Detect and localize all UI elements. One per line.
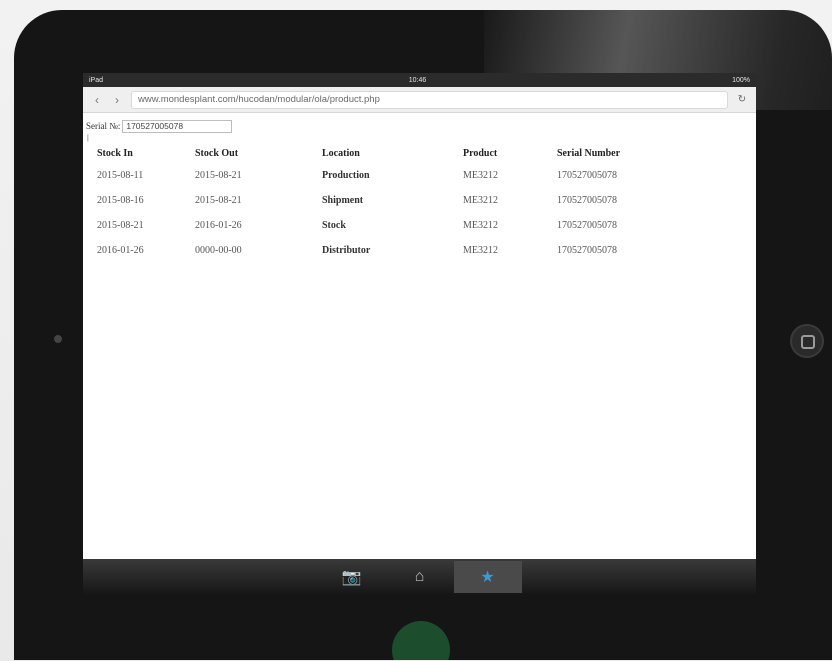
browser-address-bar: ‹ › www.mondesplant.com/hucodan/modular/…: [83, 87, 756, 113]
cell-product: ME3212: [463, 245, 498, 256]
star-icon: ★: [480, 569, 495, 586]
home-icon: ⌂: [414, 568, 425, 585]
column-header-serial-number: Serial Number: [557, 148, 621, 159]
cell-product: ME3212: [463, 170, 498, 181]
tab-favorites[interactable]: ★: [453, 561, 522, 593]
home-button-icon: [801, 335, 815, 349]
cell-location: Stock: [322, 220, 346, 231]
table-row: 2015-08-21 2016-01-26 Stock ME3212 17052…: [97, 213, 667, 238]
cell-location: Distributor: [322, 245, 371, 256]
cell-product: ME3212: [463, 195, 498, 206]
cell-stock-out: 0000-00-00: [195, 245, 242, 256]
status-carrier: iPad: [89, 76, 104, 84]
status-bar: iPad 10:46 100%: [83, 73, 756, 87]
camera-icon: 📷: [341, 569, 362, 586]
cell-product: ME3212: [463, 220, 498, 231]
column-header-stock-out: Stock Out: [195, 148, 239, 159]
cell-serial-number: 170527005078: [557, 170, 617, 181]
page-content: Serial №: | Stock In Stock Out Location …: [83, 113, 756, 263]
cell-stock-out: 2016-01-26: [195, 220, 242, 231]
url-field[interactable]: www.mondesplant.com/hucodan/modular/ola/…: [131, 90, 728, 109]
status-battery: 100%: [732, 76, 750, 84]
column-header-stock-in: Stock In: [97, 148, 133, 159]
back-arrow-icon[interactable]: ‹: [91, 94, 103, 106]
serial-search-row: Serial №:: [83, 117, 756, 135]
cell-location: Production: [322, 170, 370, 181]
cell-stock-in: 2015-08-16: [97, 195, 144, 206]
table-header-row: Stock In Stock Out Location Product Seri…: [97, 145, 667, 163]
tablet-device: iPad 10:46 100% ‹ › www.mondesplant.com/…: [14, 10, 832, 660]
cell-stock-in: 2016-01-26: [97, 245, 144, 256]
bottom-tab-bar: 📷 ⌂ ★: [83, 559, 756, 595]
front-camera-icon: [54, 335, 62, 343]
table-row: 2015-08-11 2015-08-21 Production ME3212 …: [97, 163, 667, 188]
tab-camera[interactable]: 📷: [318, 561, 386, 593]
forward-arrow-icon[interactable]: ›: [111, 94, 123, 106]
cell-serial-number: 170527005078: [557, 195, 617, 206]
column-header-product: Product: [463, 148, 498, 159]
status-time: 10:46: [408, 76, 427, 84]
cursor-mark: |: [87, 135, 89, 142]
refresh-icon[interactable]: ↻: [736, 94, 748, 106]
cell-stock-out: 2015-08-21: [195, 170, 242, 181]
serial-label: Serial №:: [86, 121, 121, 131]
green-indicator-dot: [392, 621, 450, 660]
inventory-table: Stock In Stock Out Location Product Seri…: [97, 145, 667, 263]
cell-serial-number: 170527005078: [557, 245, 617, 256]
table-row: 2015-08-16 2015-08-21 Shipment ME3212 17…: [97, 188, 667, 213]
cell-location: Shipment: [322, 195, 364, 206]
column-header-location: Location: [322, 148, 360, 159]
table-row: 2016-01-26 0000-00-00 Distributor ME3212…: [97, 238, 667, 263]
cell-serial-number: 170527005078: [557, 220, 617, 231]
background-frame: iPad 10:46 100% ‹ › www.mondesplant.com/…: [0, 0, 832, 661]
cell-stock-out: 2015-08-21: [195, 195, 242, 206]
cell-stock-in: 2015-08-11: [97, 170, 144, 181]
cell-stock-in: 2015-08-21: [97, 220, 144, 231]
tab-home[interactable]: ⌂: [386, 561, 454, 593]
home-button[interactable]: [790, 324, 824, 358]
serial-input[interactable]: [122, 119, 233, 133]
tablet-screen: iPad 10:46 100% ‹ › www.mondesplant.com/…: [83, 73, 756, 595]
